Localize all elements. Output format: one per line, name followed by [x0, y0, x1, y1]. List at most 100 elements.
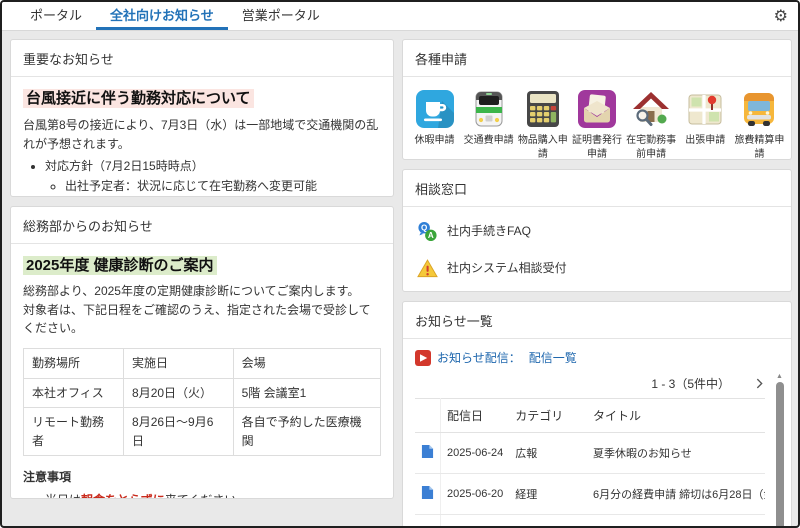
- health-cell: リモート勤務者: [24, 408, 124, 456]
- document-icon: [421, 485, 434, 500]
- bus-icon: [739, 89, 779, 129]
- source-label: お知らせ配信：: [437, 349, 521, 366]
- table-row[interactable]: 2025-06-24 広報 夏季休暇のお知らせ: [415, 433, 765, 474]
- health-check-table: 勤務場所 実施日 会場 本社オフィス 8月20日（火） 5階 会議室1 リモート…: [23, 348, 381, 456]
- svg-text:Q: Q: [421, 223, 427, 232]
- app-link-travel-expense[interactable]: 旅費精算申請: [734, 89, 785, 160]
- important-notice-panel: 重要なお知らせ 台風接近に伴う勤務対応について 台風第8号の接近により、7月3日…: [10, 39, 394, 197]
- notice-col-header: カテゴリ: [509, 399, 587, 433]
- vertical-scrollbar[interactable]: ▲ ▼: [775, 373, 784, 528]
- consult-link-feedback[interactable]: 要望受付: [415, 287, 779, 292]
- tab-portal-label: ポータル: [30, 5, 82, 24]
- no-breakfast-emphasis: 朝食をとらずに: [81, 493, 165, 499]
- calculator-icon: [523, 89, 563, 129]
- notice-category: 情報システム: [509, 515, 587, 528]
- health-check-intro2: 対象者は、下記日程をご確認のうえ、指定された会場で受診してください。: [23, 301, 381, 338]
- health-cell: 8月20日（火）: [124, 378, 234, 408]
- notice-title: 6月分の経費申請 締切は6月28日（金）です: [587, 474, 765, 515]
- notices-table: 配信日 カテゴリ タイトル 2025-06-24 広報 夏季休暇のお知らせ: [415, 398, 765, 528]
- app-link-remote-work[interactable]: 在宅勤務事前申請: [626, 89, 677, 160]
- notice-date: 2025-06-18: [441, 515, 510, 528]
- policy-label: 対応方針（7月2日15時時点）: [45, 157, 381, 176]
- table-row[interactable]: 2025-06-18 情報システム ファイル共有システムのメンテナンス予定: [415, 515, 765, 528]
- applications-panel-title: 各種申請: [403, 40, 791, 77]
- important-panel-title: 重要なお知らせ: [11, 40, 393, 77]
- health-cell: 本社オフィス: [24, 378, 124, 408]
- app-label: 物品購入申請: [517, 134, 568, 160]
- document-icon: [421, 444, 434, 459]
- app-link-transport-expense[interactable]: 交通費申請: [463, 89, 514, 160]
- left-column: 重要なお知らせ 台風接近に伴う勤務対応について 台風第8号の接近により、7月3日…: [10, 39, 394, 528]
- gear-icon[interactable]: ⚙: [774, 6, 788, 26]
- app-link-business-trip[interactable]: 出張申請: [680, 89, 731, 160]
- tab-sales-portal-label: 営業ポータル: [242, 5, 320, 24]
- notice-category: 経理: [509, 474, 587, 515]
- app-link-purchase[interactable]: 物品購入申請: [517, 89, 568, 160]
- broadcast-icon: [415, 350, 431, 366]
- notice-col-header: 配信日: [441, 399, 510, 433]
- app-label: 旅費精算申請: [734, 134, 785, 160]
- tab-sales-portal[interactable]: 営業ポータル: [228, 2, 334, 30]
- app-label: 出張申請: [685, 134, 725, 148]
- map-pin-icon: [685, 89, 725, 129]
- qa-bubbles-icon: Q A: [417, 221, 438, 242]
- applications-panel: 各種申請 休暇申請: [402, 39, 792, 160]
- health-col-header: 実施日: [124, 349, 234, 379]
- scroll-up-icon[interactable]: ▲: [776, 373, 783, 380]
- health-col-header: 勤務場所: [24, 349, 124, 379]
- notice-date: 2025-06-24: [441, 433, 510, 474]
- consult-label: 社内手続きFAQ: [447, 222, 531, 241]
- notice-date: 2025-06-20: [441, 474, 510, 515]
- house-search-icon: [631, 89, 671, 129]
- app-label: 証明書発行申請: [571, 134, 622, 160]
- note-item: 当日は朝食をとらずに来てください。: [45, 491, 381, 499]
- source-link-label: 配信一覧: [529, 349, 577, 366]
- consultation-panel: 相談窓口 Q A 社内手続きFAQ: [402, 169, 792, 292]
- consult-link-faq[interactable]: Q A 社内手続きFAQ: [415, 213, 779, 250]
- general-affairs-panel: 総務部からのお知らせ 2025年度 健康診断のご案内 総務部より、2025年度の…: [10, 206, 394, 499]
- portal-window: ポータル 全社向けお知らせ 営業ポータル ⚙ 重要なお知らせ 台風接近に伴う勤務…: [0, 0, 800, 528]
- coffee-cup-icon: [415, 89, 455, 129]
- consult-link-system-support[interactable]: 社内システム相談受付: [415, 250, 779, 287]
- tab-company-news-label: 全社向けお知らせ: [110, 5, 214, 24]
- notice-icon-col-header: [415, 399, 441, 433]
- policy-item: 出社予定者：状況に応じて在宅勤務へ変更可能: [65, 177, 381, 196]
- notice-title: ファイル共有システムのメンテナンス予定: [587, 515, 765, 528]
- svg-text:A: A: [428, 231, 434, 240]
- notes-list: 当日は朝食をとらずに来てください。 リモート勤務者は、添付ファイル「医療機関一覧…: [45, 491, 381, 499]
- notices-panel: お知らせ一覧 お知らせ配信： 配信一覧 1 - 3（5件中）: [402, 301, 792, 528]
- general-affairs-panel-title: 総務部からのお知らせ: [11, 207, 393, 244]
- notice-title: 夏季休暇のお知らせ: [587, 433, 765, 474]
- notes-label: 注意事項: [23, 468, 381, 487]
- notice-col-header: タイトル: [587, 399, 765, 433]
- table-row[interactable]: 2025-06-20 経理 6月分の経費申請 締切は6月28日（金）です: [415, 474, 765, 515]
- consult-label: 社内システム相談受付: [447, 259, 567, 278]
- typhoon-notice-title: 台風接近に伴う勤務対応について: [23, 89, 254, 108]
- consultation-panel-title: 相談窓口: [403, 170, 791, 207]
- app-link-certificate[interactable]: 証明書発行申請: [571, 89, 622, 160]
- app-link-vacation[interactable]: 休暇申請: [409, 89, 460, 160]
- typhoon-notice-intro: 台風第8号の接近により、7月3日（水）は一部地域で交通機関の乱れが予想されます。: [23, 116, 381, 153]
- notice-category: 広報: [509, 433, 587, 474]
- next-page-chevron-icon[interactable]: [756, 378, 763, 389]
- health-cell: 5階 会議室1: [233, 378, 380, 408]
- tab-portal[interactable]: ポータル: [16, 2, 96, 30]
- health-check-intro1: 総務部より、2025年度の定期健康診断についてご案内します。: [23, 282, 381, 301]
- app-label: 交通費申請: [464, 134, 514, 148]
- health-cell: 8月26日～9月6日: [124, 408, 234, 456]
- tab-company-news[interactable]: 全社向けお知らせ: [96, 2, 228, 30]
- health-col-header: 会場: [233, 349, 380, 379]
- app-label: 在宅勤務事前申請: [626, 134, 677, 160]
- notices-panel-title: お知らせ一覧: [403, 302, 791, 339]
- policy-list: 対応方針（7月2日15時時点） 出社予定者：状況に応じて在宅勤務へ変更可能 出張…: [45, 157, 381, 197]
- health-check-title: 2025年度 健康診断のご案内: [23, 256, 217, 275]
- pagination-top: 1 - 3（5件中）: [651, 375, 730, 392]
- warning-triangle-icon: [417, 258, 438, 279]
- notice-source-link[interactable]: お知らせ配信： 配信一覧: [415, 349, 765, 366]
- envelope-icon: [577, 89, 617, 129]
- portal-tab-bar: ポータル 全社向けお知らせ 営業ポータル ⚙: [2, 2, 798, 31]
- train-icon: [469, 89, 509, 129]
- app-label: 休暇申請: [415, 134, 455, 148]
- table-row: リモート勤務者 8月26日～9月6日 各自で予約した医療機関: [24, 408, 381, 456]
- vertical-scrollbar-thumb[interactable]: [776, 382, 784, 528]
